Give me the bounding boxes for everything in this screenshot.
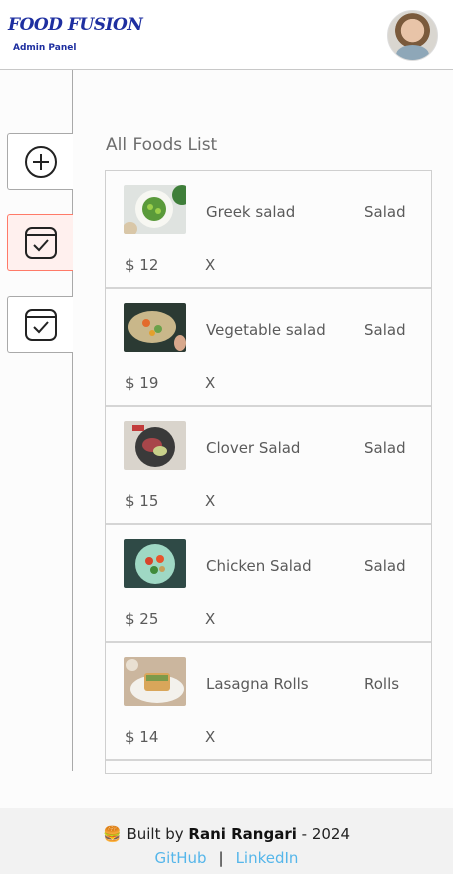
food-row: Vegetable salad Salad $ 19 X bbox=[106, 289, 431, 407]
remove-button[interactable]: X bbox=[205, 610, 215, 628]
food-image bbox=[124, 303, 186, 352]
add-circle-icon bbox=[24, 145, 57, 178]
food-category: Salad bbox=[364, 557, 406, 575]
footer-year: - 2024 bbox=[301, 825, 351, 843]
food-image bbox=[124, 539, 186, 588]
food-category: Salad bbox=[364, 203, 406, 221]
food-row: Lasagna Rolls Rolls $ 14 X bbox=[106, 643, 431, 761]
sidebar-item-list[interactable] bbox=[7, 214, 73, 271]
food-row: Clover Salad Salad $ 15 X bbox=[106, 407, 431, 525]
logo-subtitle: Admin Panel bbox=[13, 43, 77, 53]
footer-separator: | bbox=[218, 849, 224, 867]
food-image bbox=[124, 185, 186, 234]
profile-avatar[interactable] bbox=[387, 10, 438, 61]
logo-title[interactable]: FOOD FUSION bbox=[8, 15, 143, 35]
food-price: $ 19 bbox=[125, 374, 159, 392]
food-category: Salad bbox=[364, 321, 406, 339]
food-price: $ 25 bbox=[125, 610, 159, 628]
linkedin-link[interactable]: LinkedIn bbox=[236, 849, 299, 867]
footer-built-by: Built by bbox=[126, 825, 184, 843]
remove-button[interactable]: X bbox=[205, 492, 215, 510]
burger-icon: 🍔 bbox=[102, 825, 122, 843]
orders-check-icon bbox=[24, 308, 57, 341]
food-row: Greek salad Salad $ 12 X bbox=[106, 171, 431, 289]
food-name: Vegetable salad bbox=[206, 321, 326, 339]
footer-author: Rani Rangari bbox=[188, 825, 297, 843]
food-list[interactable]: Greek salad Salad $ 12 X Vegetable salad… bbox=[105, 170, 432, 774]
remove-button[interactable]: X bbox=[205, 256, 215, 274]
github-link[interactable]: GitHub bbox=[155, 849, 207, 867]
food-category: Salad bbox=[364, 439, 406, 457]
list-check-icon bbox=[24, 226, 57, 259]
food-category: Rolls bbox=[364, 675, 400, 693]
food-image bbox=[124, 421, 186, 470]
remove-button[interactable]: X bbox=[205, 374, 215, 392]
food-price: $ 12 bbox=[125, 256, 159, 274]
page-title: All Foods List bbox=[106, 135, 218, 155]
sidebar-item-orders[interactable] bbox=[7, 296, 73, 353]
food-price: $ 15 bbox=[125, 492, 159, 510]
food-image bbox=[124, 657, 186, 706]
sidebar bbox=[0, 70, 73, 771]
navbar: FOOD FUSION Admin Panel bbox=[0, 0, 453, 70]
food-row: Chicken Salad Salad $ 25 X bbox=[106, 525, 431, 643]
food-price: $ 14 bbox=[125, 728, 159, 746]
footer-links: GitHub | LinkedIn bbox=[0, 849, 453, 867]
food-name: Clover Salad bbox=[206, 439, 301, 457]
sidebar-item-add[interactable] bbox=[7, 133, 73, 190]
food-name: Greek salad bbox=[206, 203, 296, 221]
food-name: Chicken Salad bbox=[206, 557, 312, 575]
food-name: Lasagna Rolls bbox=[206, 675, 309, 693]
footer-credit: 🍔 Built by Rani Rangari - 2024 bbox=[0, 825, 453, 843]
avatar-shirt bbox=[396, 45, 429, 60]
remove-button[interactable]: X bbox=[205, 728, 215, 746]
footer: 🍔 Built by Rani Rangari - 2024 GitHub | Li… bbox=[0, 808, 453, 874]
